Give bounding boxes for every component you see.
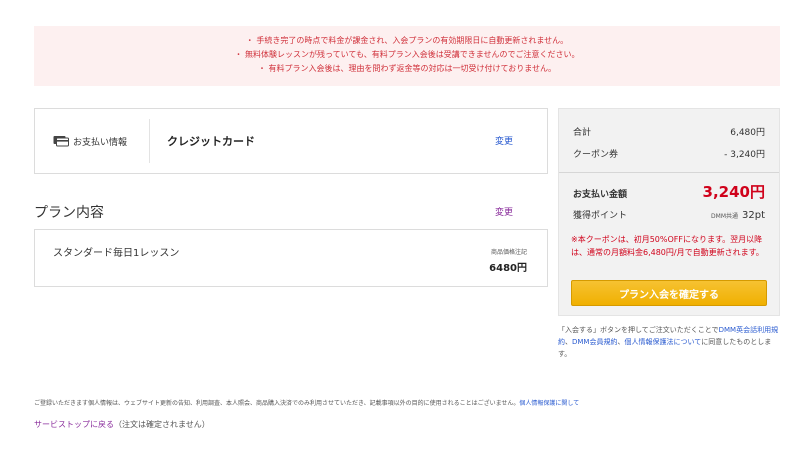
subtotal-label: 合計 — [573, 128, 592, 138]
total-label: お支払い金額 — [573, 190, 628, 200]
credit-card-icon — [53, 136, 69, 147]
coupon-note: ※本クーポンは、初月50%OFFになります。翌月以降は、通常の月額料金6,480… — [571, 235, 764, 257]
confirm-plan-button[interactable]: プラン入会を確定する — [571, 280, 767, 306]
payment-info-box: お支払い情報 クレジットカード 変更 — [34, 108, 548, 174]
total-row: お支払い金額 3,240円 — [573, 181, 765, 202]
points-value: 32pt — [742, 210, 765, 221]
privacy-law-link[interactable]: 個人情報保護法について — [624, 338, 701, 346]
total-value: 3,240円 — [702, 183, 765, 201]
points-label: 獲得ポイント — [573, 211, 628, 221]
subtotal-row: 合計 6,480円 — [573, 125, 765, 138]
notice-line: ・ 手続き完了の時点で料金が課金され、入会プランの有効期限日に自動更新されません… — [245, 36, 569, 45]
payment-info-label: お支払い情報 — [35, 109, 149, 173]
coupon-label: クーポン券 — [573, 150, 619, 160]
change-plan-link[interactable]: 変更 — [495, 205, 513, 218]
back-note: （注文は確定されません） — [114, 420, 210, 429]
plan-section-title: プラン内容 — [34, 205, 104, 221]
back-row: サービストップに戻る（注文は確定されません） — [34, 419, 210, 430]
payment-method: クレジットカード — [167, 135, 255, 148]
notice-banner: ・ 手続き完了の時点で料金が課金され、入会プランの有効期限日に自動更新されません… — [34, 26, 780, 86]
divider — [149, 119, 150, 163]
payment-info-text: お支払い情報 — [73, 137, 128, 148]
footer-privacy: ご登録いただきます個人情報は、ウェブサイト更新の告知、利用調査、本人照会、商品購… — [34, 398, 579, 407]
agreement-note: 「入会する」ボタンを押してご注文いただくことでDMM英会話利用規約、DMM会員規… — [558, 324, 780, 360]
change-payment-link[interactable]: 変更 — [495, 134, 513, 147]
plan-name: スタンダード毎日1レッスン — [53, 248, 180, 259]
price-note: 商品価格注記 — [490, 249, 527, 256]
back-to-top-link[interactable]: サービストップに戻る — [34, 420, 114, 429]
points-amount: DMM共通 32pt — [711, 210, 765, 221]
points-row: 獲得ポイント DMM共通 32pt — [573, 208, 765, 221]
agreement-text: 「入会する」ボタンを押してご注文いただくことで — [558, 326, 719, 334]
privacy-link[interactable]: 個人情報保護に関して — [519, 400, 579, 407]
notice-line: ・ 有料プラン入会後は、理由を問わず返金等の対応は一切受け付けておりません。 — [257, 64, 557, 73]
subtotal-value: 6,480円 — [730, 128, 765, 138]
plan-price: 6480円 — [489, 263, 527, 274]
agreement-sep: 、 — [565, 338, 572, 346]
divider — [559, 172, 779, 173]
plan-box: スタンダード毎日1レッスン 商品価格注記 6480円 — [34, 229, 548, 287]
points-prefix: DMM共通 — [711, 213, 738, 220]
coupon-row: クーポン券 - 3,240円 — [573, 147, 765, 160]
notice-line: ・ 無料体験レッスンが残っていても、有料プラン入会後は受講できませんのでご注意く… — [234, 50, 580, 59]
privacy-text: ご登録いただきます個人情報は、ウェブサイト更新の告知、利用調査、本人照会、商品購… — [34, 400, 520, 407]
order-summary: 合計 6,480円 クーポン券 - 3,240円 お支払い金額 3,240円 獲… — [558, 108, 780, 316]
member-terms-link[interactable]: DMM会員規約 — [572, 338, 617, 346]
coupon-value: - 3,240円 — [724, 150, 765, 160]
